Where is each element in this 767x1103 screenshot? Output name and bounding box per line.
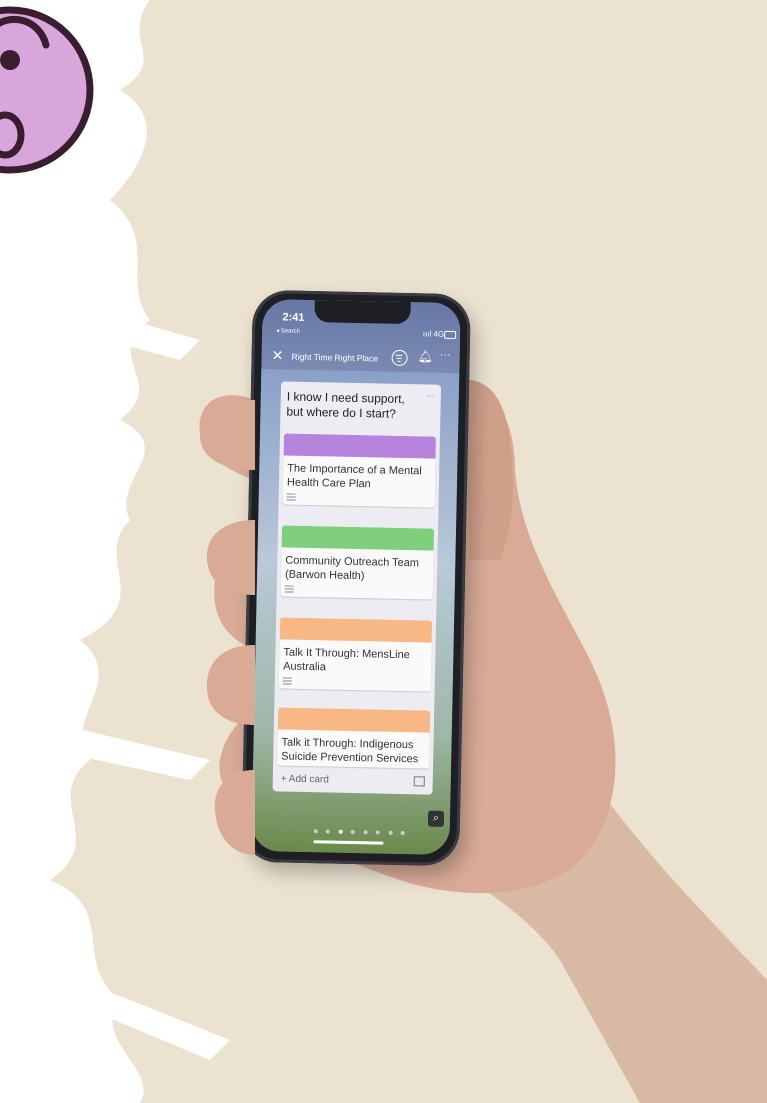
page-dot bbox=[350, 829, 356, 835]
bell-icon[interactable]: 🔔︎ bbox=[418, 349, 434, 363]
card-label bbox=[281, 525, 435, 551]
close-icon[interactable]: ✕ bbox=[271, 347, 283, 364]
card-title: Community Outreach Team (Barwon Health) bbox=[284, 554, 420, 583]
card[interactable]: The Importance of a Mental Health Care P… bbox=[282, 433, 436, 508]
fingers bbox=[200, 400, 255, 855]
description-icon bbox=[286, 493, 296, 501]
page-dot bbox=[326, 829, 331, 834]
description-icon bbox=[284, 585, 294, 593]
more-icon[interactable]: ··· bbox=[440, 349, 451, 361]
signal-indicator: ıııl 4G bbox=[422, 329, 445, 339]
smartphone: 2:41 ◂ Search ıııl 4G ✕ Right Time Right… bbox=[241, 289, 471, 867]
finger bbox=[214, 770, 255, 855]
page-dot bbox=[363, 830, 368, 835]
card-label bbox=[279, 617, 433, 643]
page-dot bbox=[375, 830, 380, 835]
card[interactable]: Talk It Through: MensLine Australia bbox=[278, 617, 433, 692]
status-time: 2:41 bbox=[282, 311, 305, 324]
image-icon[interactable] bbox=[413, 776, 425, 787]
page-dot bbox=[388, 830, 393, 835]
finger bbox=[206, 645, 255, 725]
page-dot bbox=[400, 830, 405, 836]
list-menu-icon[interactable]: ··· bbox=[426, 390, 435, 400]
card[interactable]: Talk it Through: Indigenous Suicide Prev… bbox=[277, 707, 431, 769]
board-title: Right Time Right Place bbox=[291, 351, 379, 364]
card-label bbox=[277, 707, 431, 733]
finger bbox=[206, 520, 255, 595]
finger bbox=[200, 400, 255, 470]
page-dot-active bbox=[338, 829, 343, 834]
description-icon bbox=[282, 677, 292, 685]
card-title: Talk It Through: MensLine Australia bbox=[283, 646, 410, 674]
page-dots bbox=[312, 820, 408, 840]
board-list: I know I need support, but where do I st… bbox=[272, 381, 442, 795]
photo-scene: 2:41 ◂ Search ıııl 4G ✕ Right Time Right… bbox=[0, 0, 767, 1103]
card-title: The Importance of a Mental Health Care P… bbox=[286, 462, 422, 491]
card-title: Talk it Through: Indigenous Suicide Prev… bbox=[281, 736, 419, 766]
zoom-icon[interactable]: ⌕ bbox=[427, 810, 445, 827]
board-navbar: ✕ Right Time Right Place 🔔︎ ··· bbox=[261, 343, 460, 373]
card-label bbox=[283, 433, 436, 459]
phone-notch bbox=[314, 300, 411, 325]
phone-screen: 2:41 ◂ Search ıııl 4G ✕ Right Time Right… bbox=[251, 298, 461, 856]
page-dot bbox=[313, 829, 318, 834]
list-title[interactable]: I know I need support, but where do I st… bbox=[286, 390, 417, 423]
back-to-search[interactable]: ◂ Search bbox=[276, 327, 300, 334]
add-card-button[interactable]: + Add card bbox=[281, 773, 329, 785]
card[interactable]: Community Outreach Team (Barwon Health) bbox=[280, 525, 435, 600]
battery-icon bbox=[444, 330, 457, 340]
filter-icon[interactable] bbox=[391, 349, 408, 367]
